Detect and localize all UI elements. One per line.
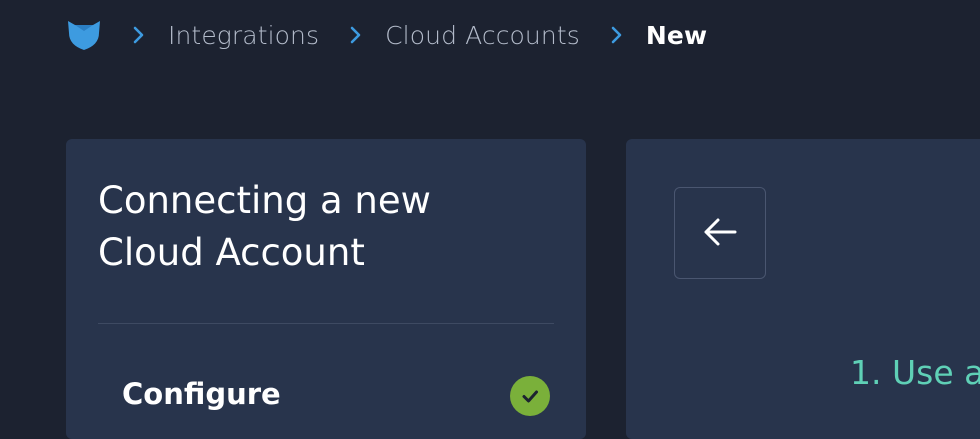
breadcrumb-cloud-accounts[interactable]: Cloud Accounts [385,21,580,50]
steps-panel: Connecting a new Cloud Account Configure [66,139,586,439]
arrow-left-icon [701,216,739,251]
breadcrumb: Integrations Cloud Accounts New [66,14,707,56]
back-button[interactable] [674,187,766,279]
instruction-step-text: 1. Use a [850,353,980,392]
divider [98,323,554,324]
chevron-right-icon [132,25,146,45]
content-panel: 1. Use a [626,139,980,439]
paw-logo-icon[interactable] [66,15,102,55]
breadcrumb-integrations[interactable]: Integrations [168,21,319,50]
check-icon [510,376,550,416]
chevron-right-icon [349,25,363,45]
chevron-right-icon [610,25,624,45]
panel-title: Connecting a new Cloud Account [98,179,431,274]
step-configure-label[interactable]: Configure [122,377,281,411]
breadcrumb-current: New [645,20,708,50]
